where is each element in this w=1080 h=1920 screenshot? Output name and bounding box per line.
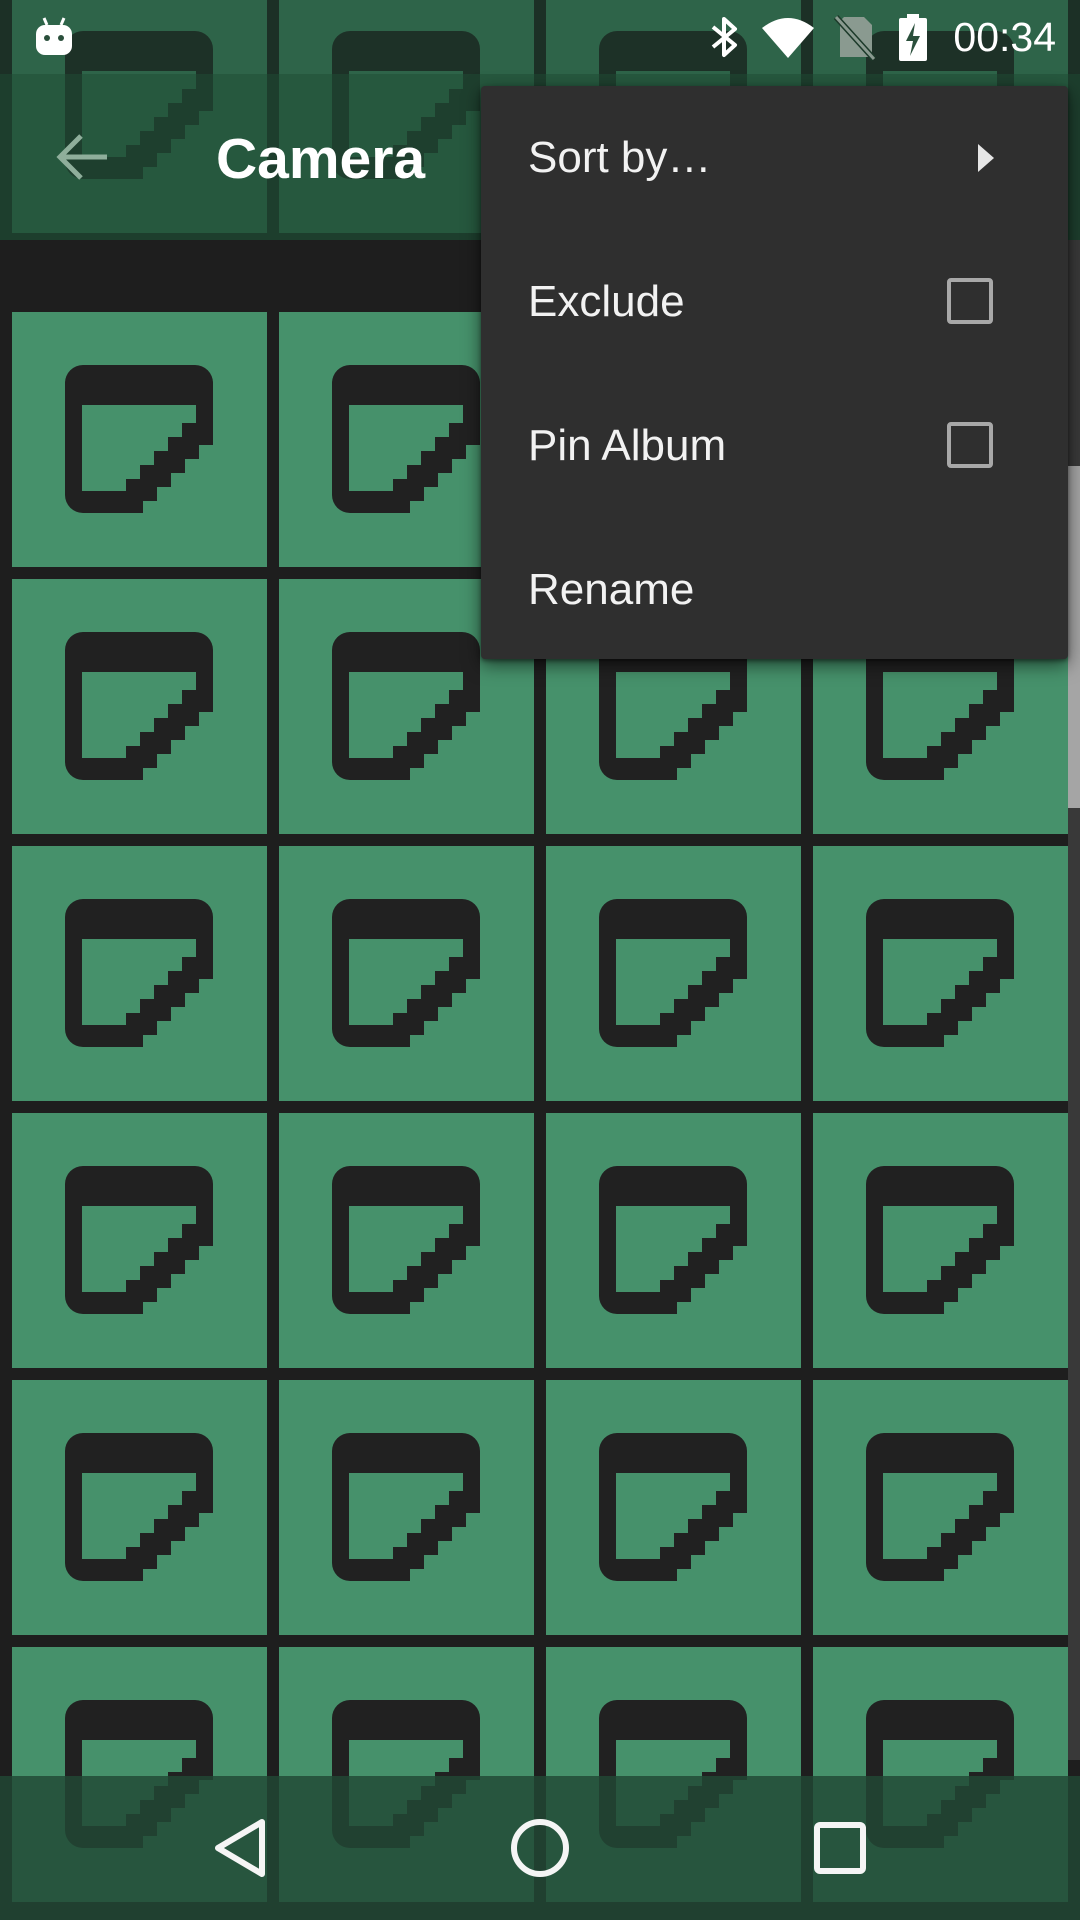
no-sim-icon xyxy=(832,0,876,74)
broken-image-icon xyxy=(332,632,480,780)
back-button[interactable] xyxy=(40,114,126,200)
submenu-arrow-icon xyxy=(978,144,994,172)
menu-item-label: Pin Album xyxy=(528,421,727,470)
nav-home-button[interactable] xyxy=(490,1798,590,1898)
broken-image-icon xyxy=(599,1433,747,1581)
back-triangle-icon xyxy=(215,1819,265,1877)
menu-item-label: Exclude xyxy=(528,277,685,326)
photo-thumbnail[interactable] xyxy=(546,1113,801,1368)
pin-album-checkbox[interactable] xyxy=(947,422,993,468)
nav-back-button[interactable] xyxy=(190,1798,290,1898)
broken-image-icon xyxy=(332,899,480,1047)
photo-thumbnail[interactable] xyxy=(546,1380,801,1635)
menu-item-sort-by[interactable]: Sort by… xyxy=(481,86,1068,230)
bluetooth-icon xyxy=(708,0,742,74)
photo-thumbnail[interactable] xyxy=(813,846,1068,1101)
photo-thumbnail[interactable] xyxy=(813,1380,1068,1635)
android-debug-icon xyxy=(34,0,74,74)
menu-item-exclude[interactable]: Exclude xyxy=(481,230,1068,374)
broken-image-icon xyxy=(866,899,1014,1047)
photo-thumbnail[interactable] xyxy=(12,579,267,834)
nav-recents-button[interactable] xyxy=(790,1798,890,1898)
broken-image-icon xyxy=(866,1166,1014,1314)
photo-thumbnail[interactable] xyxy=(279,1380,534,1635)
photo-thumbnail[interactable] xyxy=(12,1113,267,1368)
status-time: 00:34 xyxy=(953,14,1056,60)
broken-image-icon xyxy=(332,1433,480,1581)
photo-thumbnail[interactable] xyxy=(279,846,534,1101)
broken-image-icon xyxy=(866,1433,1014,1581)
overflow-menu: Sort by… Exclude Pin Album Rename xyxy=(481,86,1068,659)
photo-thumbnail[interactable] xyxy=(12,846,267,1101)
menu-item-label: Rename xyxy=(528,565,695,614)
broken-image-icon xyxy=(65,365,213,513)
navigation-bar xyxy=(0,1776,1080,1920)
broken-image-icon xyxy=(65,1433,213,1581)
photo-thumbnail[interactable] xyxy=(813,1113,1068,1368)
wifi-icon xyxy=(760,0,816,74)
page-title: Camera xyxy=(216,127,426,191)
photo-thumbnail[interactable] xyxy=(12,312,267,567)
broken-image-icon xyxy=(65,632,213,780)
broken-image-icon xyxy=(65,1166,213,1314)
photo-thumbnail[interactable] xyxy=(12,1380,267,1635)
battery-charging-icon xyxy=(898,0,928,74)
arrow-back-icon xyxy=(56,134,107,180)
home-circle-icon xyxy=(511,1819,569,1877)
status-bar: 00:34 xyxy=(0,0,1080,74)
menu-item-rename[interactable]: Rename xyxy=(481,518,1068,662)
broken-image-icon xyxy=(332,1166,480,1314)
broken-image-icon xyxy=(599,899,747,1047)
broken-image-icon xyxy=(332,365,480,513)
exclude-checkbox[interactable] xyxy=(947,278,993,324)
recents-square-icon xyxy=(814,1822,866,1874)
scrollbar-thumb[interactable] xyxy=(1068,466,1080,808)
photo-thumbnail[interactable] xyxy=(546,846,801,1101)
broken-image-icon xyxy=(599,1166,747,1314)
menu-item-pin-album[interactable]: Pin Album xyxy=(481,374,1068,518)
photo-thumbnail[interactable] xyxy=(279,1113,534,1368)
menu-item-label: Sort by… xyxy=(528,133,712,182)
broken-image-icon xyxy=(65,899,213,1047)
